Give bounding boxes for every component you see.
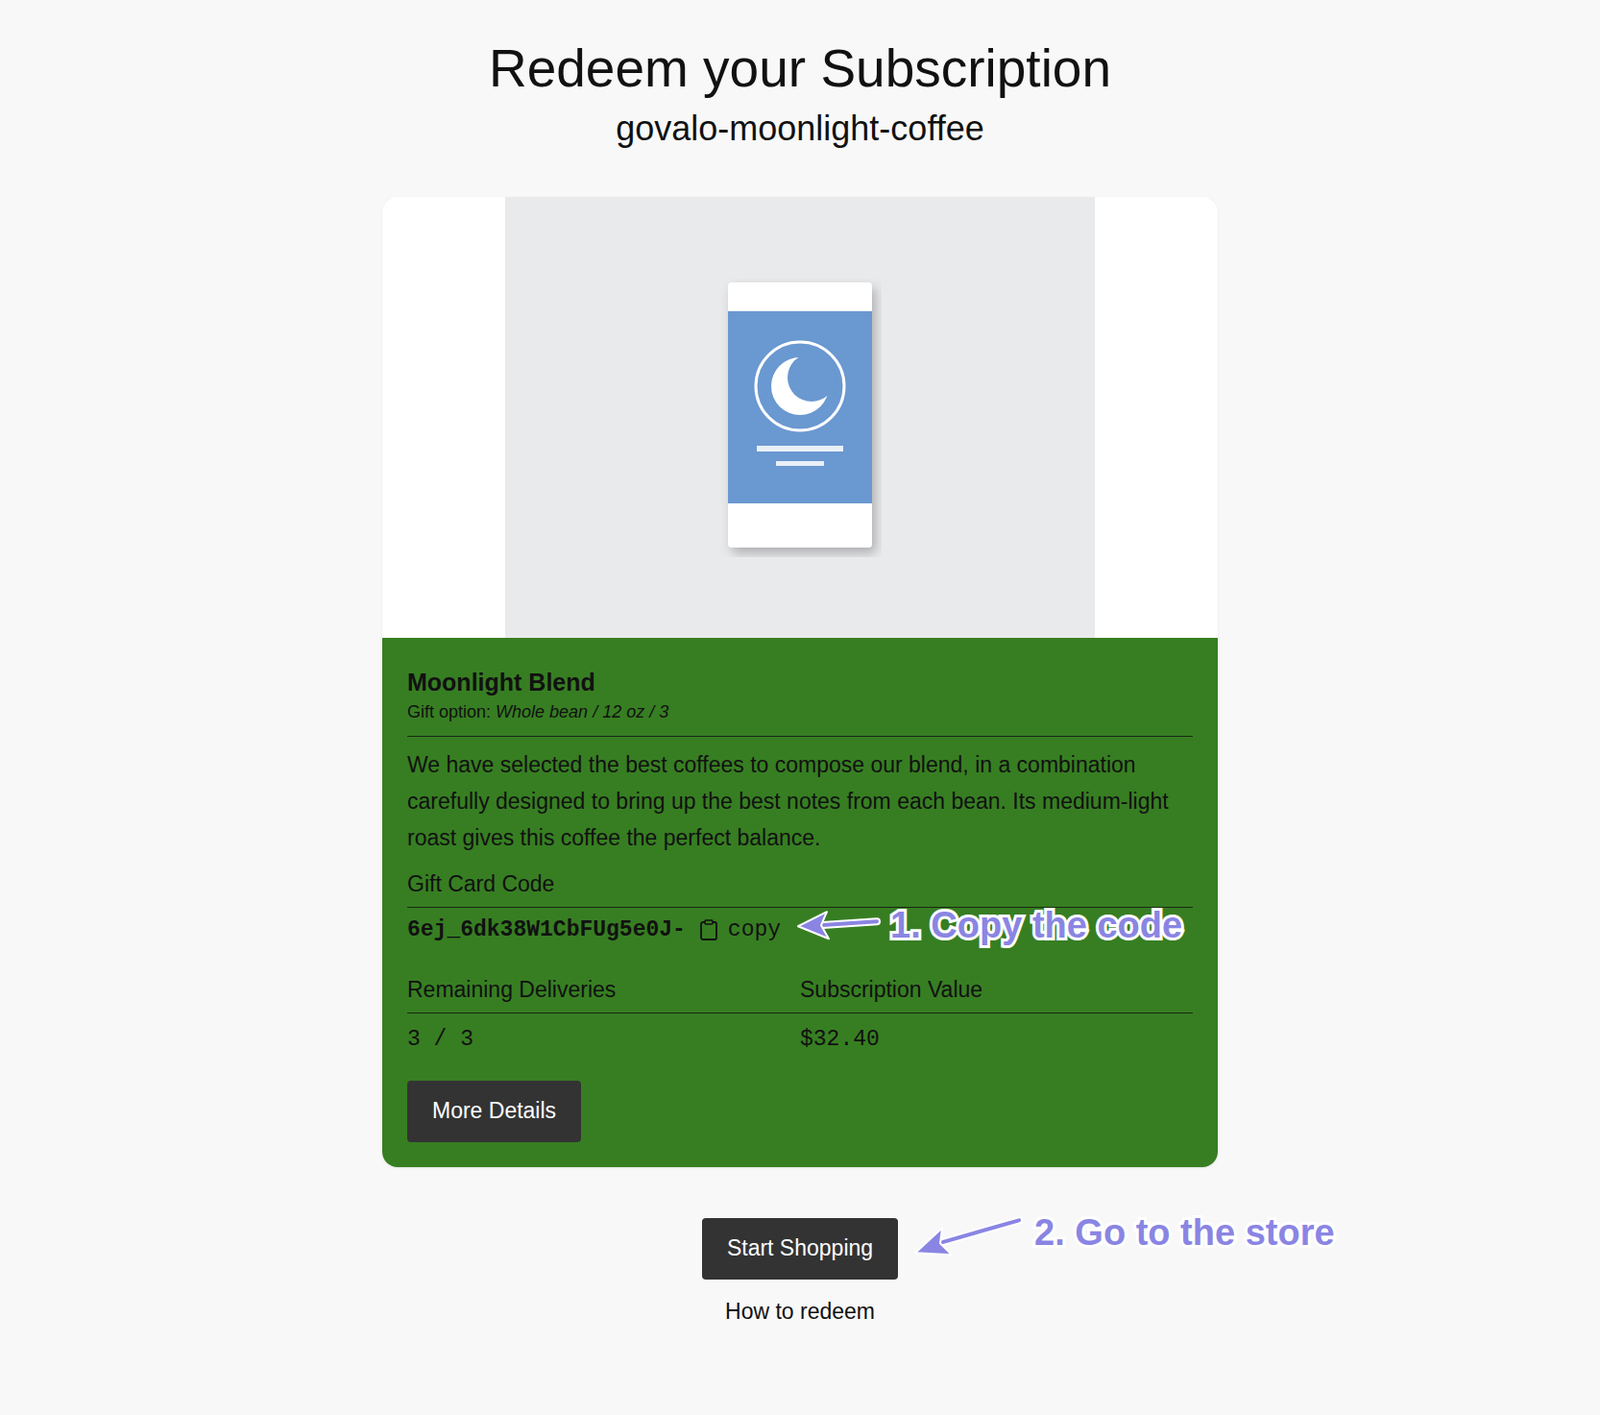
store-name: govalo-moonlight-coffee	[615, 107, 985, 149]
product-name: Moonlight Blend	[407, 666, 1193, 699]
stat-value: 3 / 3	[407, 1013, 800, 1052]
copy-button[interactable]: copy	[699, 917, 781, 943]
arrow-left-icon	[909, 1206, 1025, 1261]
start-shopping-button[interactable]: Start Shopping	[702, 1217, 898, 1280]
redeem-page: Redeem your Subscription govalo-moonligh…	[0, 0, 1600, 1363]
stats-table: Remaining DeliveriesSubscription Value 3…	[407, 976, 1193, 1052]
gift-card-code[interactable]: 6ej_6dk38W1CbFUg5e0J-	[407, 917, 686, 943]
stat-label: Remaining Deliveries	[407, 976, 800, 1014]
stat-value: $32.40	[800, 1013, 1193, 1052]
product-image	[382, 196, 1218, 638]
subscription-card: Moonlight Blend Gift option: Whole bean …	[382, 196, 1218, 1167]
coffee-bag-icon	[718, 278, 882, 558]
subscription-details: Moonlight Blend Gift option: Whole bean …	[382, 637, 1218, 1167]
product-description: We have selected the best coffees to com…	[407, 746, 1193, 856]
arrow-left-icon	[794, 905, 881, 945]
gift-card-row: 6ej_6dk38W1CbFUg5e0J- copy 1. Copy the c…	[407, 917, 1193, 943]
clipboard-icon	[699, 918, 719, 942]
gift-option: Gift option: Whole bean / 12 oz / 3	[407, 702, 1193, 737]
store-annotation: 2. Go to the store	[909, 1206, 1334, 1261]
copy-annotation: 1. Copy the code	[794, 904, 1183, 946]
stat-label: Subscription Value	[800, 976, 1193, 1014]
how-to-redeem-link[interactable]: How to redeem	[725, 1298, 875, 1325]
page-title: Redeem your Subscription	[488, 36, 1112, 100]
more-details-button[interactable]: More Details	[407, 1080, 582, 1142]
gift-card-label: Gift Card Code	[407, 871, 1193, 908]
